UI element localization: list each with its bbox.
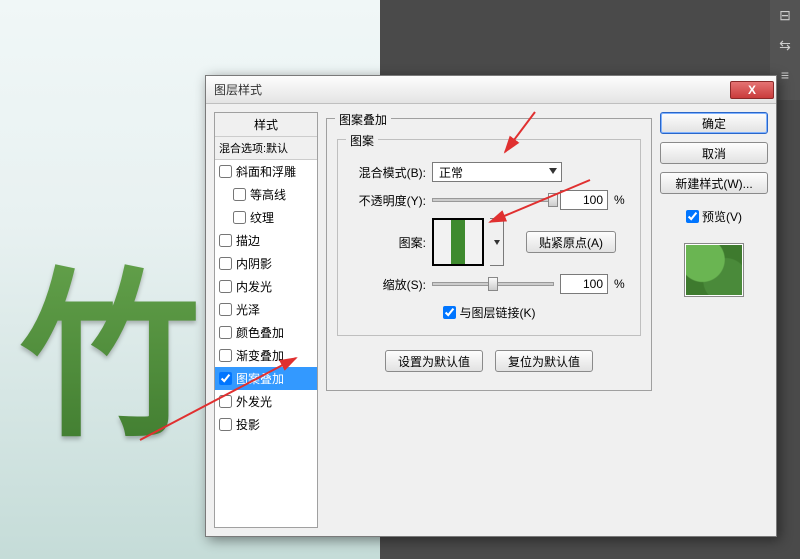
style-checkbox[interactable] — [219, 372, 232, 385]
style-checkbox[interactable] — [219, 349, 232, 362]
pattern-dropdown[interactable] — [490, 218, 504, 266]
blend-mode-select[interactable]: 正常 — [432, 162, 562, 182]
tool-icon-1[interactable]: ⊟ — [770, 0, 800, 30]
cancel-label: 取消 — [702, 145, 726, 162]
style-checkbox[interactable] — [233, 211, 246, 224]
preview-row: 预览(V) — [660, 208, 768, 225]
blend-mode-row: 混合模式(B): 正常 — [348, 162, 630, 182]
style-checkbox[interactable] — [219, 165, 232, 178]
bamboo-character: 竹 — [20, 210, 200, 471]
style-checkbox[interactable] — [219, 257, 232, 270]
style-label: 外发光 — [236, 393, 272, 410]
reset-default-button[interactable]: 复位为默认值 — [495, 350, 593, 372]
opacity-label: 不透明度(Y): — [348, 192, 426, 209]
style-checkbox[interactable] — [219, 395, 232, 408]
style-label: 内阴影 — [236, 255, 272, 272]
new-style-button[interactable]: 新建样式(W)... — [660, 172, 768, 194]
right-panel: 确定 取消 新建样式(W)... 预览(V) — [660, 112, 768, 528]
style-row-9[interactable]: 图案叠加 — [215, 367, 317, 390]
scale-slider-thumb[interactable] — [488, 277, 498, 291]
percent-label-2: % — [614, 277, 630, 291]
dialog-titlebar[interactable]: 图层样式 X — [206, 76, 776, 104]
close-icon: X — [748, 83, 756, 97]
scale-slider[interactable] — [432, 282, 554, 286]
style-row-2[interactable]: 纹理 — [215, 206, 317, 229]
set-default-button[interactable]: 设置为默认值 — [385, 350, 483, 372]
style-label: 纹理 — [250, 209, 274, 226]
styles-list: 样式 混合选项:默认 斜面和浮雕等高线纹理描边内阴影内发光光泽颜色叠加渐变叠加图… — [214, 112, 318, 528]
group-legend: 图案叠加 — [335, 111, 391, 128]
style-label: 等高线 — [250, 186, 286, 203]
style-label: 投影 — [236, 416, 260, 433]
preview-checkbox[interactable] — [686, 210, 699, 223]
center-panel: 图案叠加 图案 混合模式(B): 正常 不透明度(Y): — [326, 112, 652, 528]
new-style-label: 新建样式(W)... — [675, 175, 752, 192]
pattern-overlay-group: 图案叠加 图案 混合模式(B): 正常 不透明度(Y): — [326, 118, 652, 391]
style-row-7[interactable]: 颜色叠加 — [215, 321, 317, 344]
opacity-row: 不透明度(Y): % — [348, 190, 630, 210]
style-checkbox[interactable] — [219, 303, 232, 316]
style-label: 图案叠加 — [236, 370, 284, 387]
link-layer-label: 与图层链接(K) — [460, 304, 536, 321]
style-label: 渐变叠加 — [236, 347, 284, 364]
blend-mode-value: 正常 — [439, 164, 463, 181]
style-row-3[interactable]: 描边 — [215, 229, 317, 252]
style-checkbox[interactable] — [219, 234, 232, 247]
style-row-6[interactable]: 光泽 — [215, 298, 317, 321]
style-label: 颜色叠加 — [236, 324, 284, 341]
reset-default-label: 复位为默认值 — [508, 353, 580, 370]
style-label: 描边 — [236, 232, 260, 249]
style-row-8[interactable]: 渐变叠加 — [215, 344, 317, 367]
snap-origin-button[interactable]: 贴紧原点(A) — [526, 231, 616, 253]
layer-style-dialog: 图层样式 X 样式 混合选项:默认 斜面和浮雕等高线纹理描边内阴影内发光光泽颜色… — [205, 75, 777, 537]
opacity-slider[interactable] — [432, 198, 554, 202]
style-checkbox[interactable] — [219, 418, 232, 431]
style-row-4[interactable]: 内阴影 — [215, 252, 317, 275]
ok-button[interactable]: 确定 — [660, 112, 768, 134]
chevron-down-icon — [549, 168, 557, 174]
style-label: 光泽 — [236, 301, 260, 318]
style-row-10[interactable]: 外发光 — [215, 390, 317, 413]
chevron-down-icon — [494, 240, 500, 245]
pattern-swatch[interactable] — [432, 218, 484, 266]
tool-icon-2[interactable]: ⇆ — [770, 30, 800, 60]
blend-options-row[interactable]: 混合选项:默认 — [215, 137, 317, 160]
style-row-11[interactable]: 投影 — [215, 413, 317, 436]
set-default-label: 设置为默认值 — [398, 353, 470, 370]
styles-header[interactable]: 样式 — [215, 113, 317, 137]
pattern-inner-group: 图案 混合模式(B): 正常 不透明度(Y): — [337, 139, 641, 336]
default-buttons-row: 设置为默认值 复位为默认值 — [337, 350, 641, 372]
opacity-slider-thumb[interactable] — [548, 193, 558, 207]
percent-label: % — [614, 193, 630, 207]
link-layer-row: 与图层链接(K) — [348, 304, 630, 321]
scale-input[interactable] — [560, 274, 608, 294]
style-checkbox[interactable] — [219, 280, 232, 293]
style-row-0[interactable]: 斜面和浮雕 — [215, 160, 317, 183]
style-checkbox[interactable] — [233, 188, 246, 201]
ok-label: 确定 — [702, 115, 726, 132]
style-row-5[interactable]: 内发光 — [215, 275, 317, 298]
preview-swatch — [684, 243, 744, 297]
pattern-label: 图案: — [348, 234, 426, 251]
style-label: 斜面和浮雕 — [236, 163, 296, 180]
inner-legend: 图案 — [346, 132, 378, 149]
snap-origin-label: 贴紧原点(A) — [539, 234, 603, 251]
link-layer-checkbox[interactable] — [443, 306, 456, 319]
close-button[interactable]: X — [730, 81, 774, 99]
dialog-title: 图层样式 — [214, 81, 730, 98]
scale-label: 缩放(S): — [348, 276, 426, 293]
blend-mode-label: 混合模式(B): — [348, 164, 426, 181]
cancel-button[interactable]: 取消 — [660, 142, 768, 164]
opacity-input[interactable] — [560, 190, 608, 210]
style-row-1[interactable]: 等高线 — [215, 183, 317, 206]
pattern-row: 图案: 贴紧原点(A) — [348, 218, 630, 266]
style-label: 内发光 — [236, 278, 272, 295]
style-checkbox[interactable] — [219, 326, 232, 339]
preview-label: 预览(V) — [702, 208, 742, 225]
scale-row: 缩放(S): % — [348, 274, 630, 294]
